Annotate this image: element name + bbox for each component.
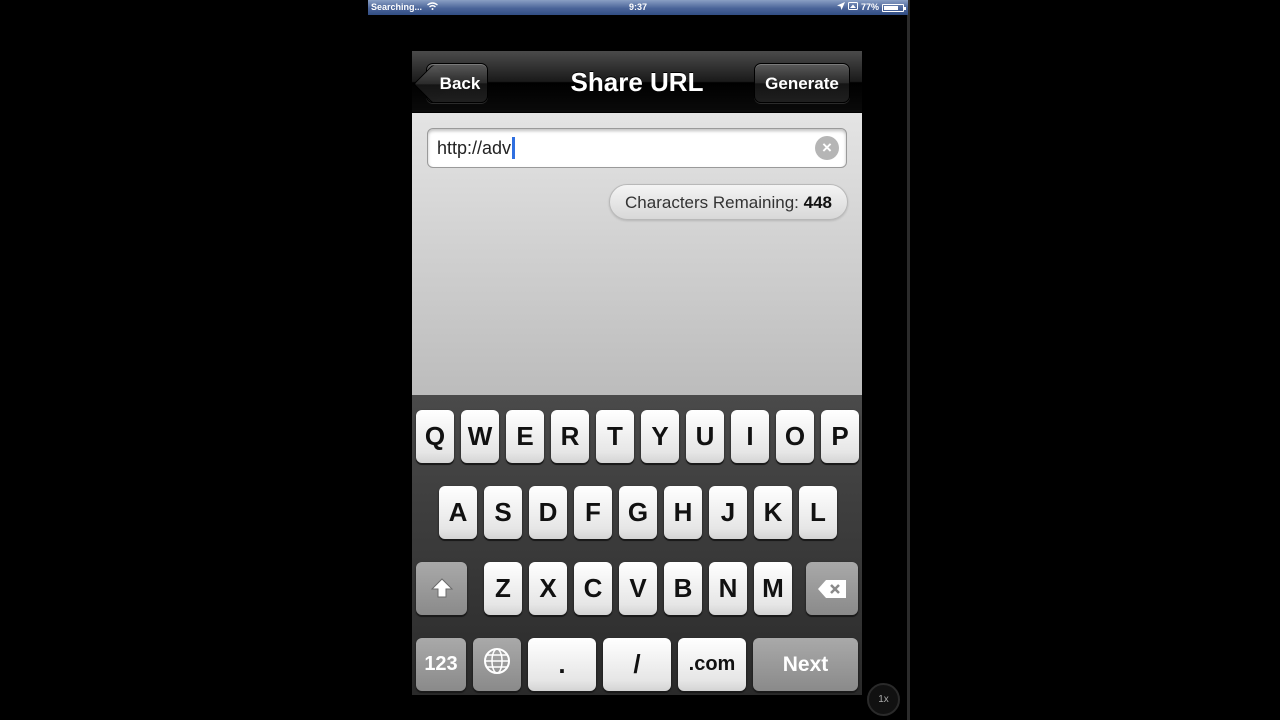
device-edge: [907, 0, 910, 720]
dot-key[interactable]: .: [528, 638, 596, 691]
key[interactable]: N: [709, 562, 747, 615]
key[interactable]: R: [551, 410, 589, 463]
key[interactable]: U: [686, 410, 724, 463]
key[interactable]: T: [596, 410, 634, 463]
key[interactable]: C: [574, 562, 612, 615]
key[interactable]: P: [821, 410, 859, 463]
clear-circle-icon[interactable]: ×: [815, 136, 839, 160]
numbers-key[interactable]: 123: [416, 638, 466, 691]
delete-key[interactable]: [806, 562, 858, 615]
key[interactable]: I: [731, 410, 769, 463]
characters-remaining-badge: Characters Remaining: 448: [609, 184, 848, 220]
key[interactable]: K: [754, 486, 792, 539]
counter-label: Characters Remaining:: [625, 193, 799, 212]
text-caret: [512, 136, 516, 159]
key[interactable]: A: [439, 486, 477, 539]
back-button[interactable]: Back: [426, 63, 488, 103]
battery-icon: [882, 3, 906, 12]
key[interactable]: O: [776, 410, 814, 463]
key[interactable]: M: [754, 562, 792, 615]
status-bar: Searching... 9:37 77%: [368, 0, 908, 15]
key[interactable]: J: [709, 486, 747, 539]
counter-value: 448: [803, 193, 832, 212]
status-right: 77%: [836, 0, 906, 15]
key[interactable]: V: [619, 562, 657, 615]
key[interactable]: X: [529, 562, 567, 615]
status-time: 9:37: [628, 2, 647, 12]
orientation-lock-icon: [847, 0, 858, 15]
key[interactable]: F: [574, 486, 612, 539]
key[interactable]: B: [664, 562, 702, 615]
location-arrow-icon: [836, 0, 845, 15]
key[interactable]: G: [619, 486, 657, 539]
key[interactable]: E: [506, 410, 544, 463]
generate-button[interactable]: Generate: [754, 63, 850, 103]
content-area: http://adv × Characters Remaining: 448: [412, 113, 862, 395]
key[interactable]: D: [529, 486, 567, 539]
share-url-app: Share URL Back Generate http://adv × Cha…: [412, 51, 862, 695]
zoom-badge[interactable]: 1x: [867, 683, 900, 716]
key[interactable]: Z: [484, 562, 522, 615]
slash-key[interactable]: /: [603, 638, 671, 691]
shift-arrow-icon: [430, 564, 454, 617]
dotcom-key[interactable]: .com: [678, 638, 746, 691]
key[interactable]: Q: [416, 410, 454, 463]
battery-percent: 77%: [860, 2, 879, 12]
key[interactable]: W: [461, 410, 499, 463]
keyboard: Q W E R T Y U I O P A S D F G H J K L Z …: [412, 395, 862, 695]
key[interactable]: L: [799, 486, 837, 539]
key[interactable]: S: [484, 486, 522, 539]
next-key[interactable]: Next: [753, 638, 858, 691]
globe-key[interactable]: [473, 638, 521, 691]
url-input[interactable]: http://adv ×: [427, 128, 847, 168]
key[interactable]: H: [664, 486, 702, 539]
url-value: http://adv: [437, 138, 512, 158]
key[interactable]: Y: [641, 410, 679, 463]
navigation-bar: Share URL Back Generate: [412, 51, 862, 113]
url-input-text: http://adv: [437, 129, 516, 167]
backspace-icon: [817, 564, 847, 617]
globe-icon: [483, 640, 511, 693]
shift-key[interactable]: [416, 562, 467, 615]
